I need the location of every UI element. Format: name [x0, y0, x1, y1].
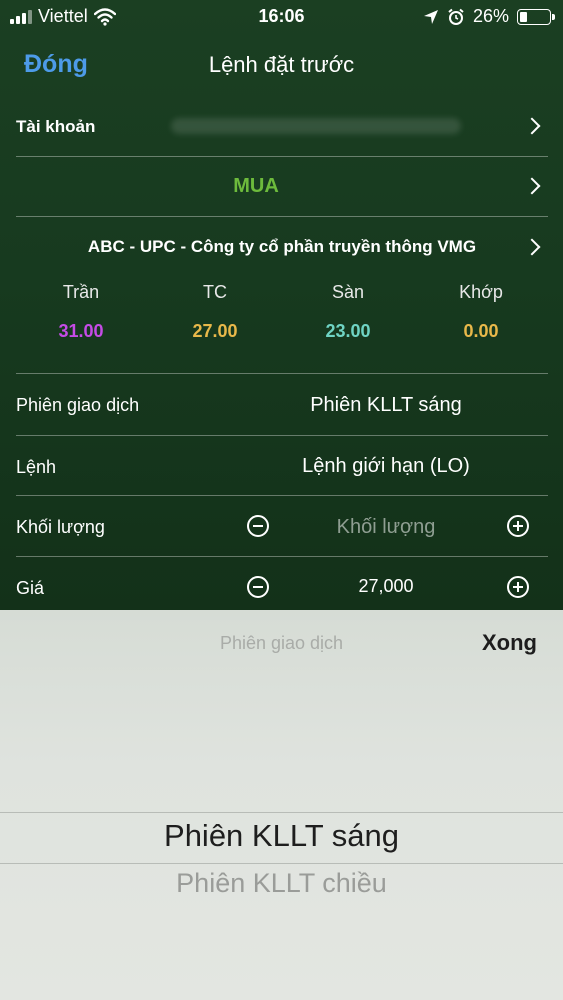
reference-label: TC: [203, 282, 227, 302]
nav-bar: Đóng Lệnh đặt trước: [0, 40, 563, 90]
order-type-label: Lệnh: [16, 457, 57, 477]
session-value[interactable]: Phiên KLLT sáng: [256, 394, 516, 417]
session-picker: Phiên giao dịch Xong Phiên KLLT sáng Phi…: [0, 610, 563, 1000]
side-row[interactable]: MUA: [16, 157, 548, 217]
alarm-icon: [448, 8, 464, 25]
quantity-row: Khối lượng Khối lượng: [16, 496, 548, 557]
account-row[interactable]: Tài khoản: [16, 96, 548, 157]
ceiling-label: Trần: [62, 282, 100, 302]
chevron-right-icon: [523, 177, 541, 195]
order-type-value[interactable]: Lệnh giới hạn (LO): [256, 455, 516, 478]
reference-price: TC 27.00: [150, 282, 280, 342]
picker-option-selected[interactable]: Phiên KLLT sáng: [0, 818, 563, 854]
account-label: Tài khoản: [16, 117, 96, 136]
price-summary: Trần 31.00 TC 27.00 Sàn 23.00 Khớp 0.00: [16, 282, 548, 374]
matched-label: Khớp: [459, 282, 503, 302]
plus-circle-icon[interactable]: [507, 576, 529, 598]
reference-value: 27.00: [192, 321, 238, 341]
price-label: Giá: [16, 578, 45, 598]
stock-row[interactable]: ABC - UPC - Công ty cổ phần truyền thông…: [16, 217, 548, 277]
quantity-label: Khối lượng: [16, 517, 105, 537]
status-bar: Viettel 16:06 26%: [0, 0, 563, 34]
location-arrow-icon: [423, 9, 438, 24]
battery-percent: 26%: [472, 6, 509, 26]
picker-option[interactable]: Phiên KLLT chiều: [0, 868, 563, 899]
status-right: 26%: [423, 6, 555, 27]
matched-price: Khớp 0.00: [416, 282, 546, 342]
page-title: Lệnh đặt trước: [208, 52, 355, 77]
done-button[interactable]: Xong: [482, 630, 537, 656]
account-number-redacted: [171, 118, 461, 134]
order-screen: Viettel 16:06 26% Đóng Lệnh đặt trước Tà…: [0, 0, 563, 1000]
stock-label: ABC - UPC - Công ty cổ phần truyền thông…: [87, 237, 477, 256]
battery-icon: [517, 8, 555, 25]
quantity-input[interactable]: Khối lượng: [256, 516, 516, 539]
order-form-panel: Viettel 16:06 26% Đóng Lệnh đặt trước Tà…: [0, 0, 563, 610]
side-label: MUA: [233, 175, 279, 197]
chevron-right-icon: [523, 117, 541, 135]
floor-price: Sàn 23.00: [283, 282, 413, 342]
matched-value: 0.00: [463, 321, 499, 341]
ceiling-value: 31.00: [58, 321, 104, 341]
plus-circle-icon[interactable]: [507, 515, 529, 537]
session-label: Phiên giao dịch: [16, 395, 140, 415]
ceiling-price: Trần 31.00: [16, 282, 146, 342]
picker-title: Phiên giao dịch: [219, 633, 344, 653]
price-row: Giá 27,000: [16, 557, 548, 610]
price-input[interactable]: 27,000: [256, 576, 516, 597]
session-row[interactable]: Phiên giao dịch Phiên KLLT sáng: [16, 374, 548, 436]
order-type-row[interactable]: Lệnh Lệnh giới hạn (LO): [16, 436, 548, 496]
floor-label: Sàn: [331, 282, 365, 302]
floor-value: 23.00: [325, 321, 371, 341]
